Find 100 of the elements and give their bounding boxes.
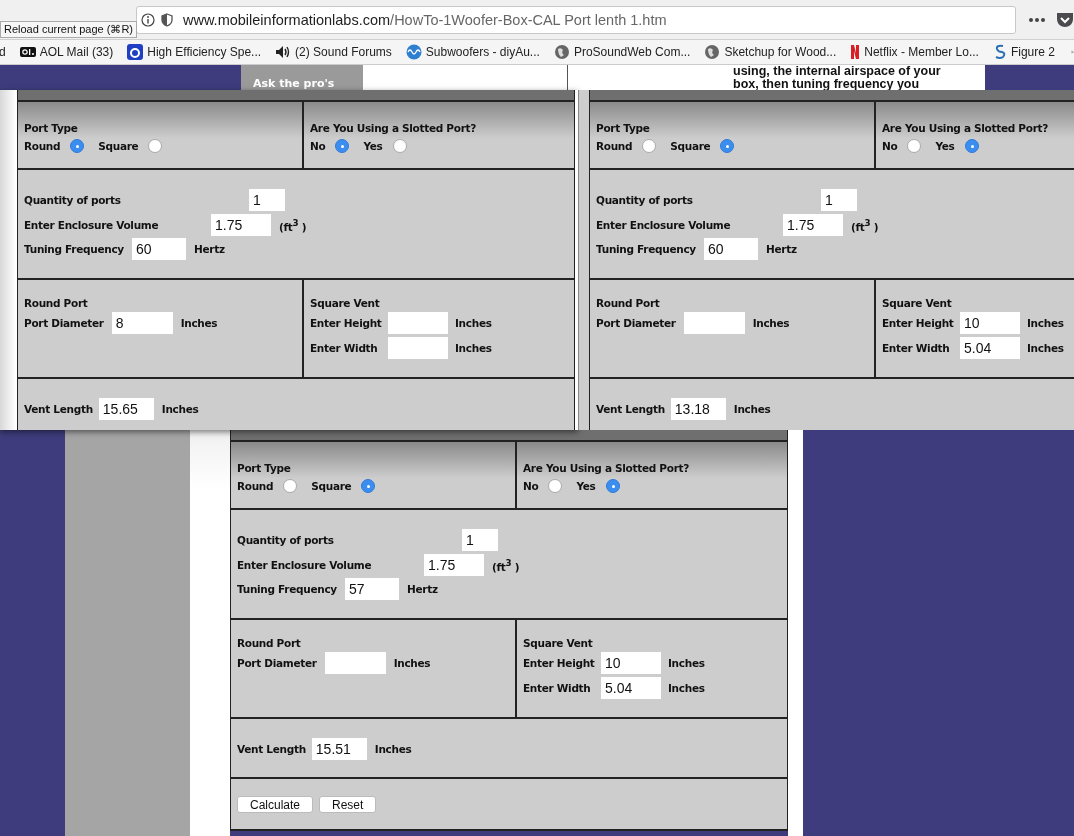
input-field[interactable]: 5.04 <box>960 336 1020 359</box>
input-field[interactable]: 10 <box>601 652 661 675</box>
input-field[interactable]: 13.18 <box>670 398 726 421</box>
unit-label: Hertz <box>766 243 797 256</box>
ask-label: Ask the pro's <box>253 78 335 90</box>
bookmark-item[interactable]: Netflix - Member Lo... <box>850 44 979 60</box>
field-label: Vent Length <box>237 743 306 756</box>
section-title: Round Port <box>24 297 89 311</box>
input-field[interactable] <box>388 312 448 335</box>
speaker-icon <box>275 45 292 59</box>
field-label: Enter Width <box>882 341 951 354</box>
field-label: Tuning Frequency <box>596 243 697 256</box>
option-label: No <box>310 140 326 152</box>
field-label: Quantity of ports <box>596 194 694 207</box>
intro-text: box, then tuning frequency you <box>733 78 920 91</box>
unit-label: Inches <box>668 657 705 670</box>
pocket-icon[interactable] <box>1056 11 1074 28</box>
unit-label: Inches <box>1027 341 1064 354</box>
bookmark-item[interactable]: Sketchup for Wood... <box>704 44 837 60</box>
input-field[interactable] <box>388 336 448 359</box>
slotted-port-label: Are You Using a Slotted Port? <box>310 122 478 136</box>
option-label: Square <box>311 480 352 492</box>
site-icon <box>127 44 144 60</box>
field-label: Port Diameter <box>237 657 317 670</box>
radio-button[interactable] <box>548 479 563 493</box>
radio-button[interactable] <box>361 479 376 493</box>
input-field[interactable]: 57 <box>345 578 399 601</box>
globe-icon <box>553 44 570 60</box>
form-button[interactable]: Reset <box>319 796 377 813</box>
field-label: Port Diameter <box>596 317 676 330</box>
radio-button[interactable] <box>720 139 735 153</box>
bookmark-item[interactable]: (2) Sound Forums <box>275 45 392 59</box>
radio-button[interactable] <box>907 139 922 153</box>
input-field[interactable]: 5.04 <box>601 676 661 699</box>
form-button[interactable]: Calculate <box>237 796 313 813</box>
unit-label: Inches <box>455 341 492 354</box>
input-field[interactable]: 60 <box>704 238 758 261</box>
unit-label: Inches <box>161 403 199 416</box>
slotted-port-label: Are You Using a Slotted Port? <box>523 462 691 476</box>
field-label: Tuning Frequency <box>237 583 338 596</box>
input-field[interactable]: 10 <box>960 312 1020 335</box>
bookmark-item[interactable]: ProSoundWeb Com... <box>553 44 691 60</box>
unit-label: Hertz <box>407 583 438 596</box>
field-label: Port Diameter <box>24 317 104 330</box>
port-type-label: Port Type <box>24 122 79 136</box>
bookmark-item[interactable]: High Efficiency Spe... <box>127 44 262 60</box>
input-field[interactable]: 1 <box>462 529 498 552</box>
radio-button[interactable] <box>392 139 407 153</box>
bookmark-item[interactable]: Figure 2 <box>992 44 1055 60</box>
unit-label: Inches <box>733 403 771 416</box>
globe-icon <box>704 44 721 60</box>
radio-button[interactable] <box>335 139 350 153</box>
input-field[interactable]: 1 <box>821 189 857 212</box>
input-field[interactable]: 15.51 <box>311 738 367 761</box>
radio-button[interactable] <box>964 139 979 153</box>
radio-button[interactable] <box>642 139 657 153</box>
bookmark-item[interactable]: Subwoofers - diyAu... <box>405 44 540 60</box>
unit-label: Inches <box>668 681 705 694</box>
option-label: No <box>882 140 898 152</box>
unit-label: (ft$^{3}$ ) <box>492 557 520 572</box>
input-field[interactable]: 15.65 <box>98 398 154 421</box>
radio-button[interactable] <box>283 479 298 493</box>
more-icon[interactable] <box>1028 16 1046 23</box>
netflix-icon <box>850 44 861 60</box>
slotted-port-label: Are You Using a Slotted Port? <box>882 122 1050 136</box>
address-bar[interactable]: www.mobileinformationlabs.com/HowTo-1Woofer-Box-CAL Port lenth 1.htm <box>136 5 1016 34</box>
input-field[interactable]: 60 <box>132 238 186 261</box>
unit-label: Inches <box>180 317 218 330</box>
field-label: Tuning Frequency <box>24 243 125 256</box>
field-label: Enter Height <box>310 317 383 330</box>
aol-icon <box>19 46 36 58</box>
input-field[interactable] <box>683 312 745 335</box>
field-label: Vent Length <box>596 403 665 416</box>
port-type-label: Port Type <box>237 462 292 476</box>
unit-label: Inches <box>455 317 492 330</box>
option-label: No <box>523 480 539 492</box>
option-label: Yes <box>935 140 955 152</box>
input-field[interactable]: 1.75 <box>211 213 271 236</box>
option-label: Square <box>98 140 139 152</box>
radio-button[interactable] <box>70 139 85 153</box>
field-label: Enter Height <box>523 657 596 670</box>
bookmark-item[interactable]: AOL Mail (33) <box>19 45 114 59</box>
input-field[interactable]: 1 <box>249 189 285 212</box>
radio-button[interactable] <box>605 479 620 493</box>
url-text: www.mobileinformationlabs.com/HowTo-1Woofer-Box-CAL Port lenth 1.htm <box>183 11 667 28</box>
section-title: Round Port <box>596 297 661 311</box>
field-label: Vent Length <box>24 403 93 416</box>
shield-icon[interactable] <box>161 12 173 27</box>
unit-label: (ft$^{3}$ ) <box>851 217 879 232</box>
option-label: Yes <box>363 140 383 152</box>
input-field[interactable]: 8 <box>111 312 173 335</box>
unit-label: Inches <box>1027 317 1064 330</box>
field-label: Enter Height <box>882 317 955 330</box>
bookmark-item[interactable]: d <box>0 45 6 59</box>
option-label: Round <box>237 480 274 492</box>
input-field[interactable]: 1.75 <box>783 213 843 236</box>
info-icon[interactable] <box>141 12 155 27</box>
input-field[interactable]: 1.75 <box>424 553 484 576</box>
input-field[interactable] <box>324 652 386 675</box>
radio-button[interactable] <box>148 139 163 153</box>
